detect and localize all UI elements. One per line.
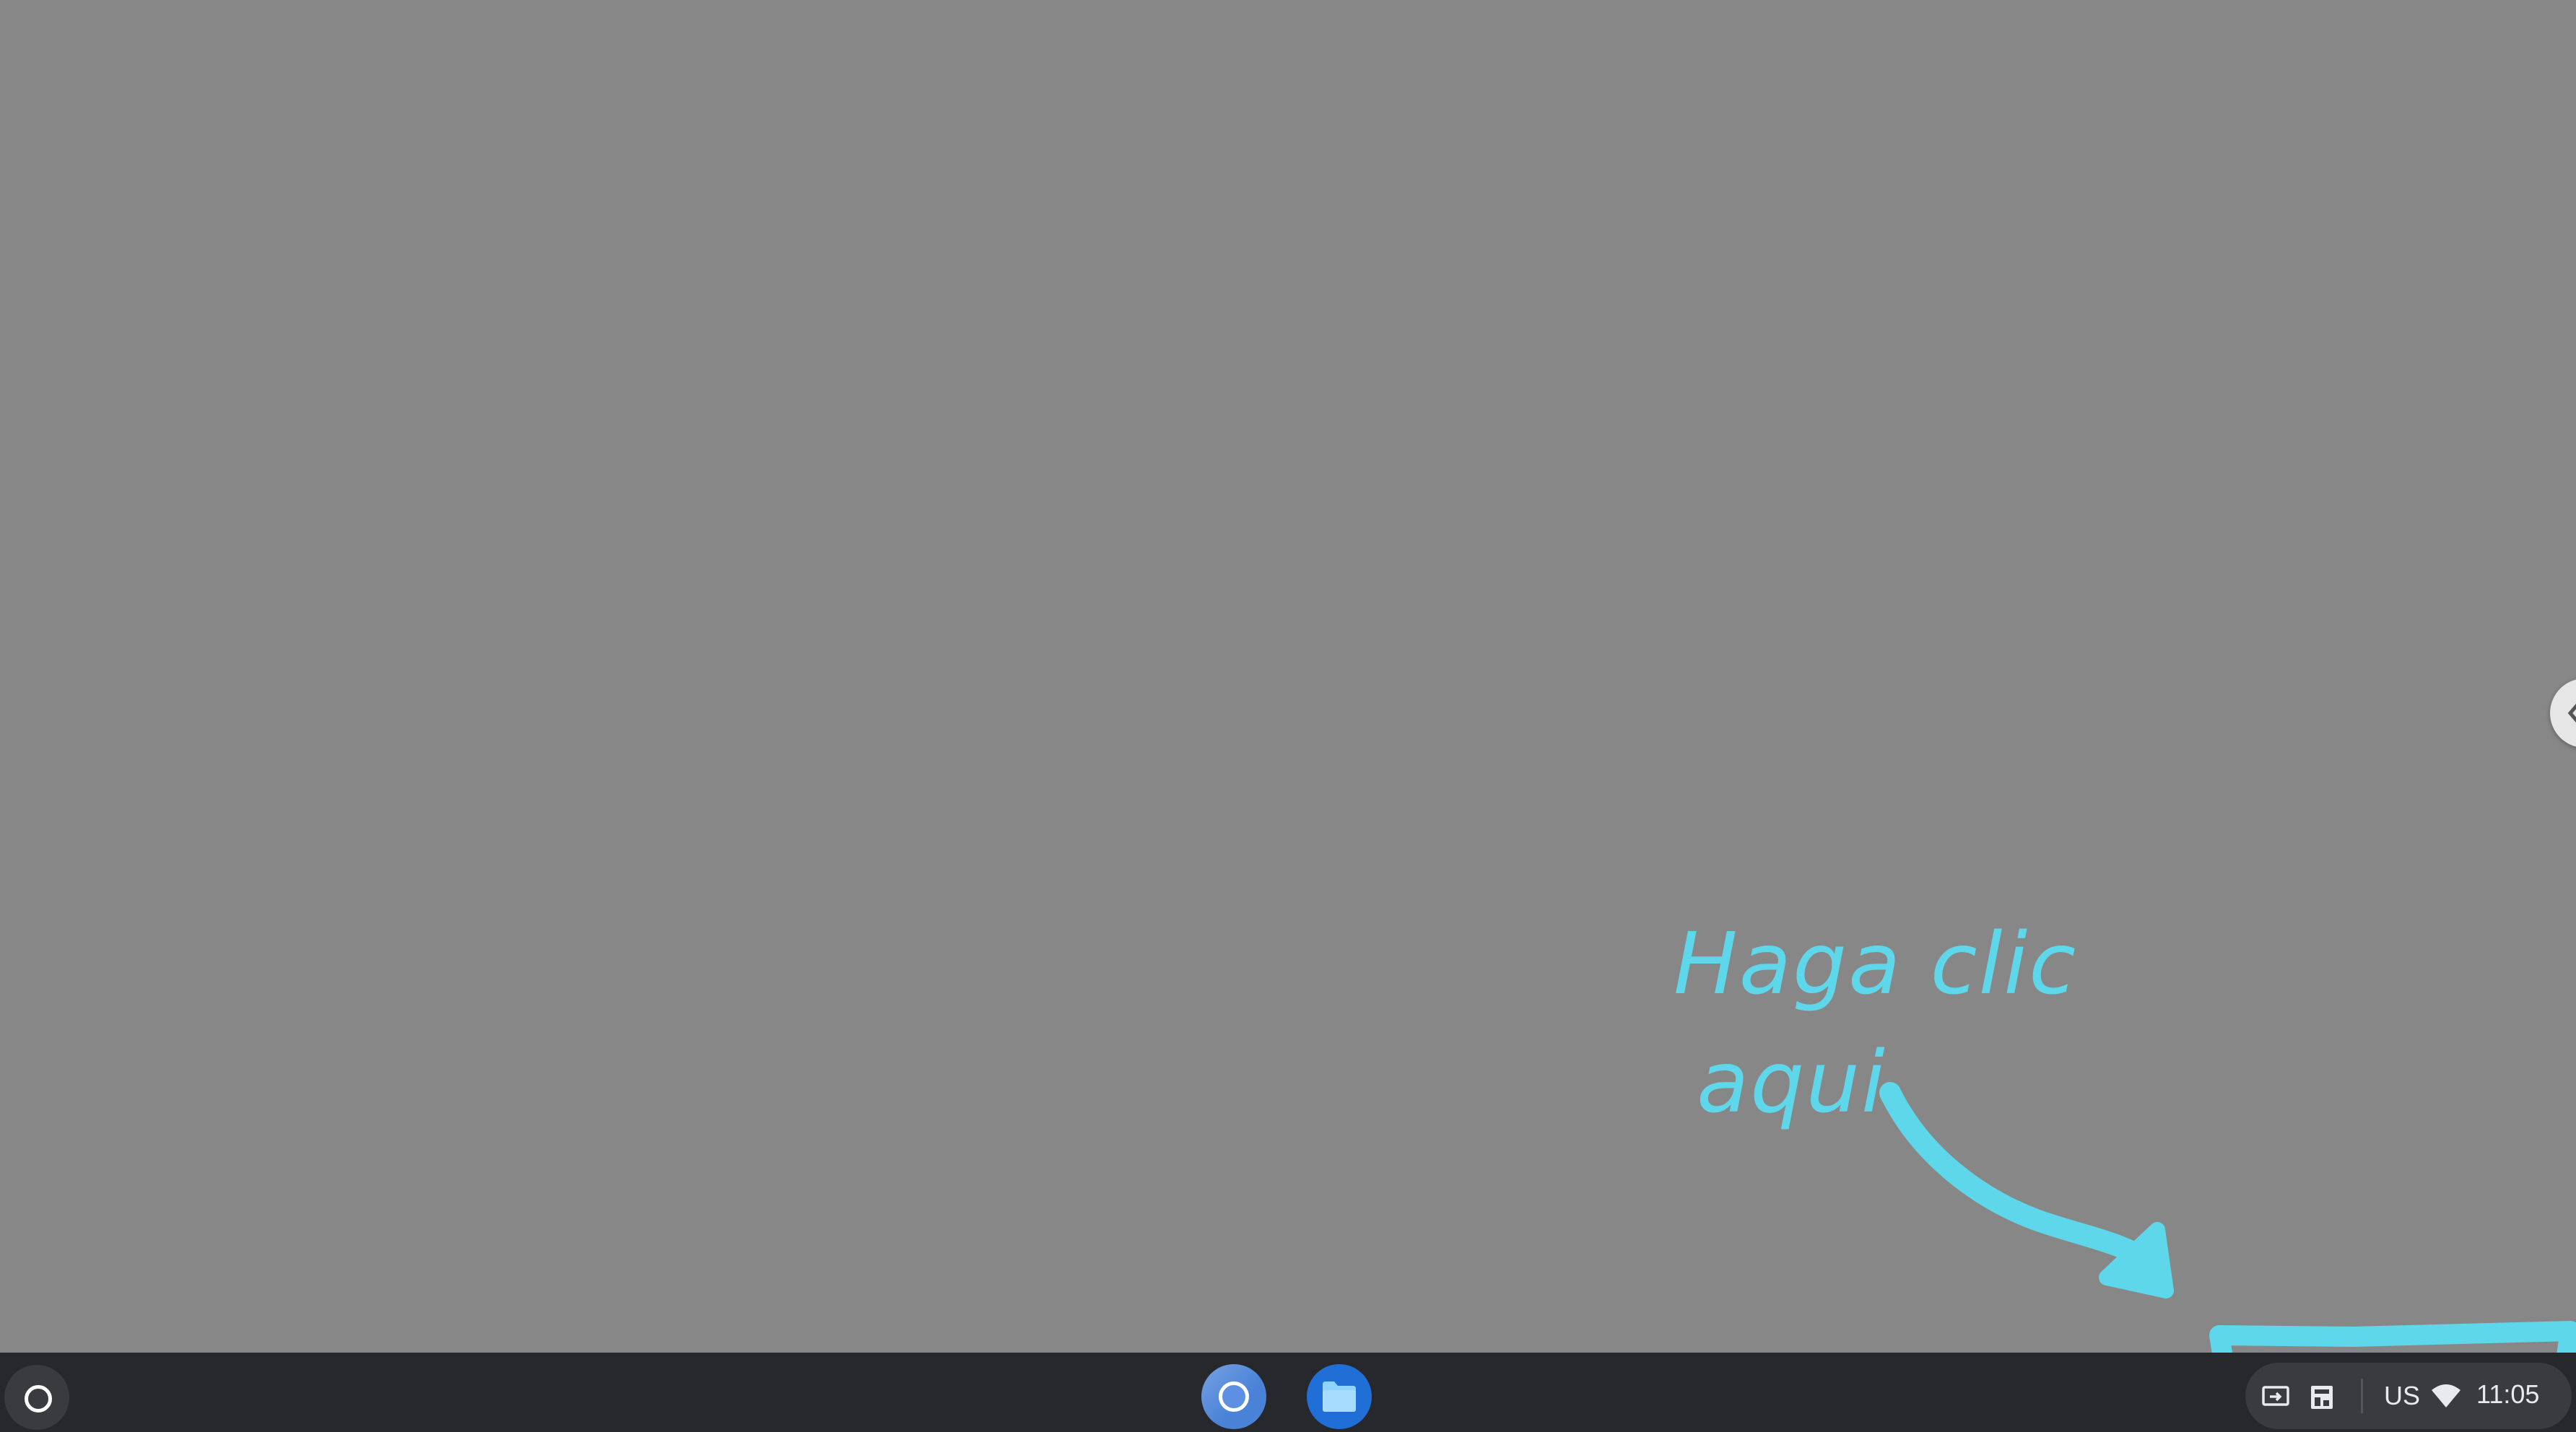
tray-divider	[2361, 1379, 2363, 1413]
chrome-app-icon[interactable]	[1201, 1364, 1266, 1429]
tray-app-icon[interactable]	[2309, 1384, 2335, 1410]
annotation-drawing	[1879, 1082, 2576, 1432]
clock-time[interactable]: 11:05	[2476, 1380, 2539, 1409]
ime-indicator[interactable]: US	[2384, 1381, 2420, 1410]
wifi-icon[interactable]	[2430, 1383, 2462, 1409]
annotation-text-line2: aqui	[1697, 1032, 1887, 1132]
files-app-icon[interactable]	[1307, 1364, 1372, 1429]
side-panel-handle[interactable]	[2550, 678, 2576, 748]
chrome-icon	[1219, 1381, 1249, 1412]
screen-capture-icon[interactable]	[2261, 1384, 2290, 1407]
status-tray[interactable]: US 11:05	[2245, 1363, 2572, 1429]
launcher-button[interactable]	[4, 1365, 69, 1430]
launcher-circle-icon	[25, 1385, 52, 1413]
chevron-left-icon	[2567, 703, 2576, 723]
annotation-arrow	[1879, 1082, 2170, 1280]
shelf: US 11:05	[0, 1353, 2576, 1432]
annotation-text-line1: Haga clic	[1674, 914, 2078, 1013]
desktop: Haga clic aqui US 11:05	[0, 0, 2576, 1432]
annotation-arrowhead	[2099, 1222, 2174, 1298]
folder-icon	[1323, 1381, 1356, 1412]
